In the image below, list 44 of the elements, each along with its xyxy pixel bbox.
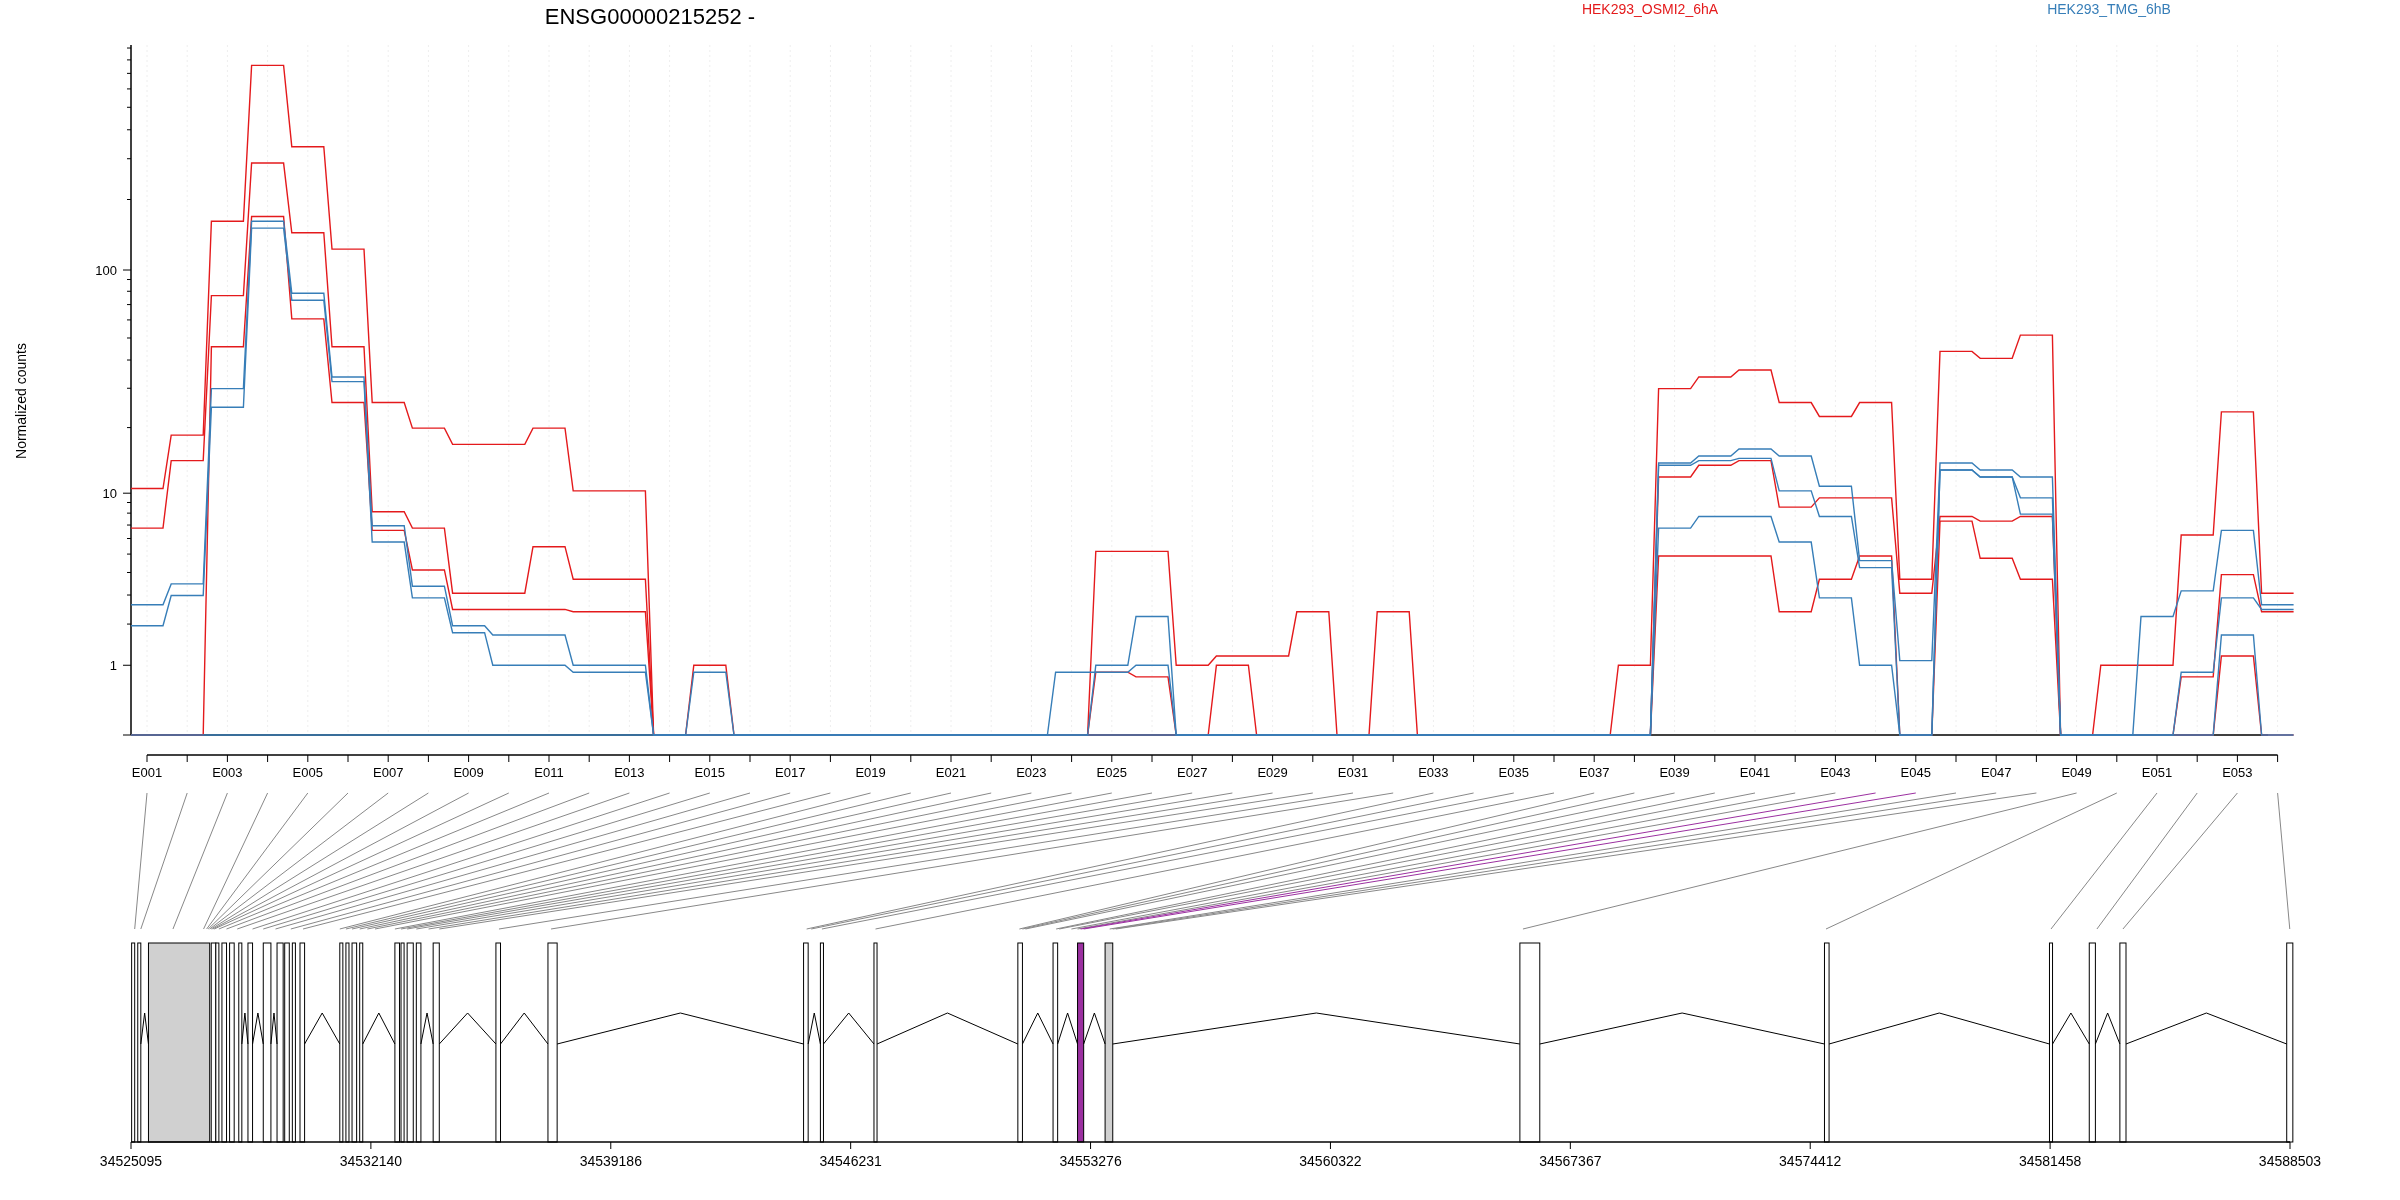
x-tick-label: E045 bbox=[1900, 765, 1931, 780]
x-tick-label: E053 bbox=[2222, 765, 2253, 780]
x-tick-label: E029 bbox=[1257, 765, 1288, 780]
y-tick-label: 10 bbox=[102, 486, 117, 502]
coordinate-label: 34567367 bbox=[1539, 1153, 1602, 1169]
coordinate-label: 34539186 bbox=[579, 1153, 642, 1169]
coordinate-label: 34574412 bbox=[1779, 1153, 1842, 1169]
x-tick-label: E015 bbox=[694, 765, 725, 780]
y-tick-label: 100 bbox=[95, 263, 117, 278]
x-tick-label: E043 bbox=[1820, 765, 1851, 780]
coordinate-label: 34588503 bbox=[2258, 1153, 2322, 1169]
x-tick-label: E019 bbox=[855, 765, 886, 780]
chart-title: ENSG00000215252 - bbox=[544, 4, 756, 29]
x-tick-label: E027 bbox=[1177, 765, 1208, 780]
x-tick-label: E009 bbox=[453, 765, 484, 780]
coordinate-label: 34560322 bbox=[1299, 1153, 1362, 1169]
legend-label: HEK293_OSMI2_6hA bbox=[1581, 1, 1719, 17]
x-tick-label: E011 bbox=[534, 765, 564, 780]
x-tick-label: E025 bbox=[1096, 765, 1127, 780]
coordinate-label: 34553276 bbox=[1059, 1153, 1122, 1169]
x-tick-label: E017 bbox=[775, 765, 806, 780]
x-tick-label: E035 bbox=[1498, 765, 1529, 780]
x-tick-label: E051 bbox=[2141, 765, 2173, 780]
x-tick-label: E013 bbox=[614, 765, 645, 780]
x-tick-label: E047 bbox=[1981, 765, 2012, 780]
coordinate-label: 34525095 bbox=[99, 1153, 163, 1169]
x-tick-label: E007 bbox=[373, 765, 404, 780]
x-tick-label: E033 bbox=[1418, 765, 1449, 780]
axis-title: Normalized counts bbox=[13, 343, 29, 459]
x-tick-label: E023 bbox=[1016, 765, 1047, 780]
x-tick-label: E003 bbox=[212, 765, 243, 780]
x-tick-label: E031 bbox=[1337, 765, 1369, 780]
coordinate-label: 34546231 bbox=[819, 1153, 882, 1169]
x-tick-label: E039 bbox=[1659, 765, 1690, 780]
x-tick-label: E041 bbox=[1739, 765, 1771, 780]
coordinate-label: 34581458 bbox=[2018, 1153, 2082, 1169]
x-tick-label: E049 bbox=[2061, 765, 2092, 780]
x-tick-label: E021 bbox=[935, 765, 967, 780]
coordinate-label: 34532140 bbox=[339, 1153, 403, 1169]
y-tick-label: 1 bbox=[109, 658, 117, 674]
legend-label: HEK293_TMG_6hB bbox=[2047, 1, 2171, 17]
x-tick-label: E037 bbox=[1579, 765, 1610, 780]
x-tick-label: E001 bbox=[131, 765, 163, 780]
x-tick-label: E005 bbox=[292, 765, 323, 780]
